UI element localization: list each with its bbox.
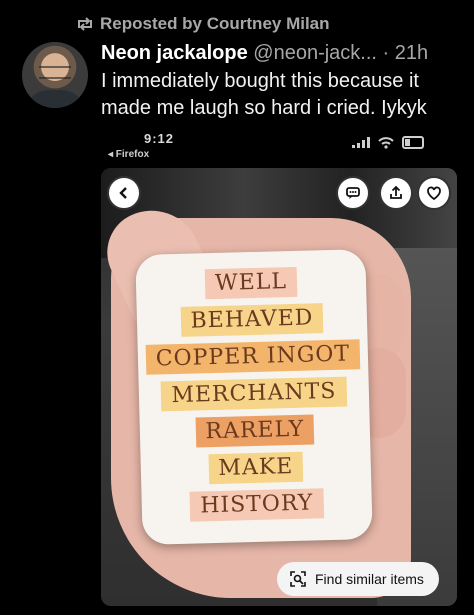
signal-icon: [352, 137, 370, 148]
sticker-text: MAKE: [208, 451, 304, 485]
phone-status-time: 9:12: [144, 131, 175, 146]
repost-header: Reposted by Courtney Milan: [76, 14, 330, 34]
sticker-text: BEHAVED: [180, 303, 324, 337]
sticker-line: WELL: [136, 265, 367, 301]
phone-status-icons: [352, 136, 424, 149]
sticker-text: HISTORY: [189, 488, 324, 522]
sticker-line: BEHAVED: [137, 302, 368, 338]
author-name[interactable]: Neon jackalope: [101, 42, 248, 64]
author-handle[interactable]: @neon-jack...: [253, 42, 377, 64]
heart-icon: [427, 186, 441, 201]
sticker-line: HISTORY: [141, 487, 372, 523]
lens-icon: [290, 571, 306, 587]
find-similar-button[interactable]: Find similar items: [277, 562, 439, 596]
share-button[interactable]: [379, 176, 413, 210]
share-icon: [390, 185, 402, 199]
avatar-glasses: [39, 66, 71, 79]
sticker-text: MERCHANTS: [161, 376, 347, 412]
find-similar-label: Find similar items: [315, 571, 424, 587]
avatar[interactable]: [22, 42, 88, 108]
post-body: I immediately bought this because it mad…: [101, 70, 427, 119]
sticker-line: COPPER INGOT: [138, 339, 369, 375]
chevron-left-icon: [119, 187, 127, 199]
sticker-text: COPPER INGOT: [145, 339, 361, 375]
post-image[interactable]: WELL BEHAVED COPPER INGOT MERCHANTS RARELY MA…: [101, 168, 457, 606]
avatar-shirt: [30, 90, 80, 108]
comment-icon: [346, 187, 360, 199]
post-time: · 21h: [382, 42, 429, 64]
sticker-line: MERCHANTS: [139, 376, 370, 412]
sticker-text: WELL: [204, 266, 298, 300]
comment-button[interactable]: [336, 176, 370, 210]
post-header: Neon jackalope @neon-jack... · 21h: [101, 42, 428, 65]
battery-icon: [402, 136, 424, 149]
sticker-text: RARELY: [195, 414, 315, 448]
back-to-app-link: ◂ Firefox: [108, 149, 150, 160]
sticker: WELL BEHAVED COPPER INGOT MERCHANTS RARELY MA…: [135, 249, 373, 545]
wifi-icon: [378, 136, 394, 149]
sticker-line: MAKE: [141, 450, 372, 486]
like-button[interactable]: [417, 176, 451, 210]
repost-icon: [78, 17, 92, 31]
repost-label: Reposted by Courtney Milan: [100, 14, 330, 33]
sticker-line: RARELY: [140, 413, 371, 449]
back-button[interactable]: [107, 176, 141, 210]
